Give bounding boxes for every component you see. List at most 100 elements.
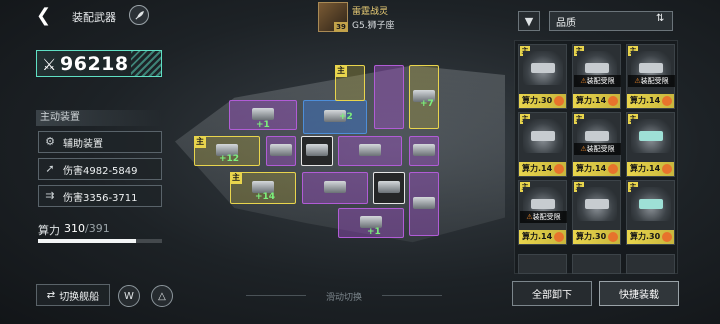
active-device-label: 主动装置 — [36, 110, 162, 126]
equipment-card[interactable]: 主⚠装配受限算力.14 — [572, 112, 621, 177]
ship-slot[interactable] — [409, 136, 439, 166]
equipment-card-partial[interactable] — [572, 254, 621, 274]
compute-bar — [38, 239, 162, 243]
crossed-swords-icon: ⚔ — [42, 55, 57, 74]
restriction-text: 装配受限 — [640, 77, 669, 85]
pilot-subtitle: G5.狮子座 — [352, 21, 395, 31]
stat-row-support[interactable]: ⚙ 辅助装置 — [38, 131, 162, 153]
module-icon — [252, 108, 274, 120]
equipment-card[interactable]: 主算力.30 — [572, 180, 621, 245]
stat-row-damage-2[interactable]: ⇉ 伤害3356-3711 — [38, 185, 162, 207]
cost-icon — [608, 96, 618, 106]
slot-bonus: +1 — [256, 120, 270, 130]
restriction-badge: ⚠装配受限 — [520, 211, 567, 223]
restriction-badge: ⚠装配受限 — [574, 75, 621, 87]
swipe-hint: 滑动切换 — [246, 290, 442, 303]
compass-icon: △ — [158, 290, 166, 302]
ship-slot[interactable] — [409, 172, 439, 236]
weapon-icon — [523, 51, 563, 85]
pilot-level-badge: 39 — [334, 22, 348, 32]
main-tag: 主 — [335, 65, 347, 77]
restriction-text: 装配受限 — [586, 145, 615, 153]
equipment-card[interactable]: 主算力.30 — [518, 44, 567, 109]
ship-slot-selected[interactable] — [301, 136, 333, 166]
module-icon — [324, 181, 346, 193]
main-tag: 主 — [194, 136, 206, 148]
sort-icon[interactable]: ⇅ — [656, 13, 664, 24]
equipment-card[interactable]: 主⚠装配受限算力.14 — [626, 44, 675, 109]
slot-bonus: +12 — [219, 154, 240, 164]
weapon-icon — [577, 187, 617, 221]
swap-icon: ⇄ — [46, 289, 56, 301]
unload-all-button[interactable]: 全部卸下 — [512, 281, 592, 306]
module-icon — [270, 144, 292, 156]
stat-row-damage-1[interactable]: ➚ 伤害4982-5849 — [38, 158, 162, 180]
ship-slot[interactable] — [266, 136, 296, 166]
cost-icon — [662, 164, 672, 174]
equipment-card[interactable]: 主⚠装配受限算力.14 — [518, 180, 567, 245]
filter-icon: ▼ — [524, 14, 534, 28]
gear-icon: ⚙ — [45, 135, 55, 148]
restriction-badge: ⚠装配受限 — [628, 75, 675, 87]
slot-bonus: +14 — [255, 192, 276, 202]
ship-slot[interactable] — [374, 65, 404, 129]
compass-button[interactable]: △ — [151, 285, 173, 307]
ship-slot[interactable] — [302, 172, 368, 204]
equipment-card-partial[interactable] — [518, 254, 567, 274]
weapon-icon — [631, 187, 671, 221]
ship-slot[interactable]: +1 — [338, 208, 404, 238]
ship-slot[interactable]: +1 — [229, 100, 297, 130]
restriction-text: 装配受限 — [586, 77, 615, 85]
feather-button[interactable] — [129, 5, 149, 25]
ship-slot[interactable] — [338, 136, 402, 166]
compute-max: /391 — [85, 222, 110, 235]
module-icon — [413, 144, 435, 156]
equipment-card[interactable]: 主算力.14 — [626, 112, 675, 177]
cost-icon — [662, 96, 672, 106]
combat-power-value: 96218 — [60, 53, 129, 75]
restriction-badge: ⚠装配受限 — [574, 143, 621, 155]
weapon-icon — [631, 119, 671, 153]
back-button[interactable]: ❮ — [36, 6, 54, 26]
ship-slot[interactable]: 主 +14 — [230, 172, 296, 204]
ship-slot[interactable]: 主 +12 — [194, 136, 260, 166]
wings-button[interactable]: W — [118, 285, 140, 307]
module-icon — [413, 197, 435, 209]
filter-button[interactable]: ▼ — [518, 11, 540, 31]
slot-bonus: +7 — [420, 99, 434, 109]
cost-icon — [554, 164, 564, 174]
missile-icon: ➚ — [45, 162, 55, 175]
switch-ship-label: 切换舰船 — [59, 291, 100, 303]
cost-icon — [608, 164, 618, 174]
weapon-icon — [523, 119, 563, 153]
compute-used: 310 — [64, 222, 85, 235]
equipment-card[interactable]: 主算力.30 — [626, 180, 675, 245]
module-icon — [306, 144, 328, 156]
wings-icon: W — [124, 290, 134, 302]
module-icon — [378, 181, 400, 193]
switch-ship-button[interactable]: ⇄ 切换舰船 — [36, 284, 110, 306]
restriction-text: 装配受限 — [532, 213, 561, 221]
cost-icon — [554, 232, 564, 242]
stat-text: 辅助装置 — [63, 138, 103, 150]
equipment-card[interactable]: 主算力.14 — [518, 112, 567, 177]
slot-bonus: +1 — [367, 227, 381, 237]
equipment-card[interactable]: 主⚠装配受限算力.14 — [572, 44, 621, 109]
sort-label: 品质 — [556, 18, 576, 29]
slot-bonus: +2 — [339, 112, 353, 122]
equipment-card-partial[interactable] — [626, 254, 675, 274]
pilot-name: 雷霆战灵 — [352, 7, 389, 17]
module-icon — [359, 144, 381, 156]
page-title: 装配武器 — [72, 11, 116, 24]
quick-equip-button[interactable]: 快捷装载 — [599, 281, 679, 306]
compute-bar-fill — [38, 239, 137, 243]
cost-icon — [662, 232, 672, 242]
ship-slot[interactable]: +2 — [303, 100, 367, 134]
stat-text: 伤害4982-5849 — [63, 165, 138, 177]
ship-slot[interactable]: 主 — [335, 65, 365, 101]
stat-text: 伤害3356-3711 — [63, 192, 138, 204]
ship-slot[interactable]: +7 — [409, 65, 439, 129]
ship-slot-selected[interactable] — [373, 172, 405, 204]
feather-icon — [134, 10, 144, 20]
cost-icon — [608, 232, 618, 242]
